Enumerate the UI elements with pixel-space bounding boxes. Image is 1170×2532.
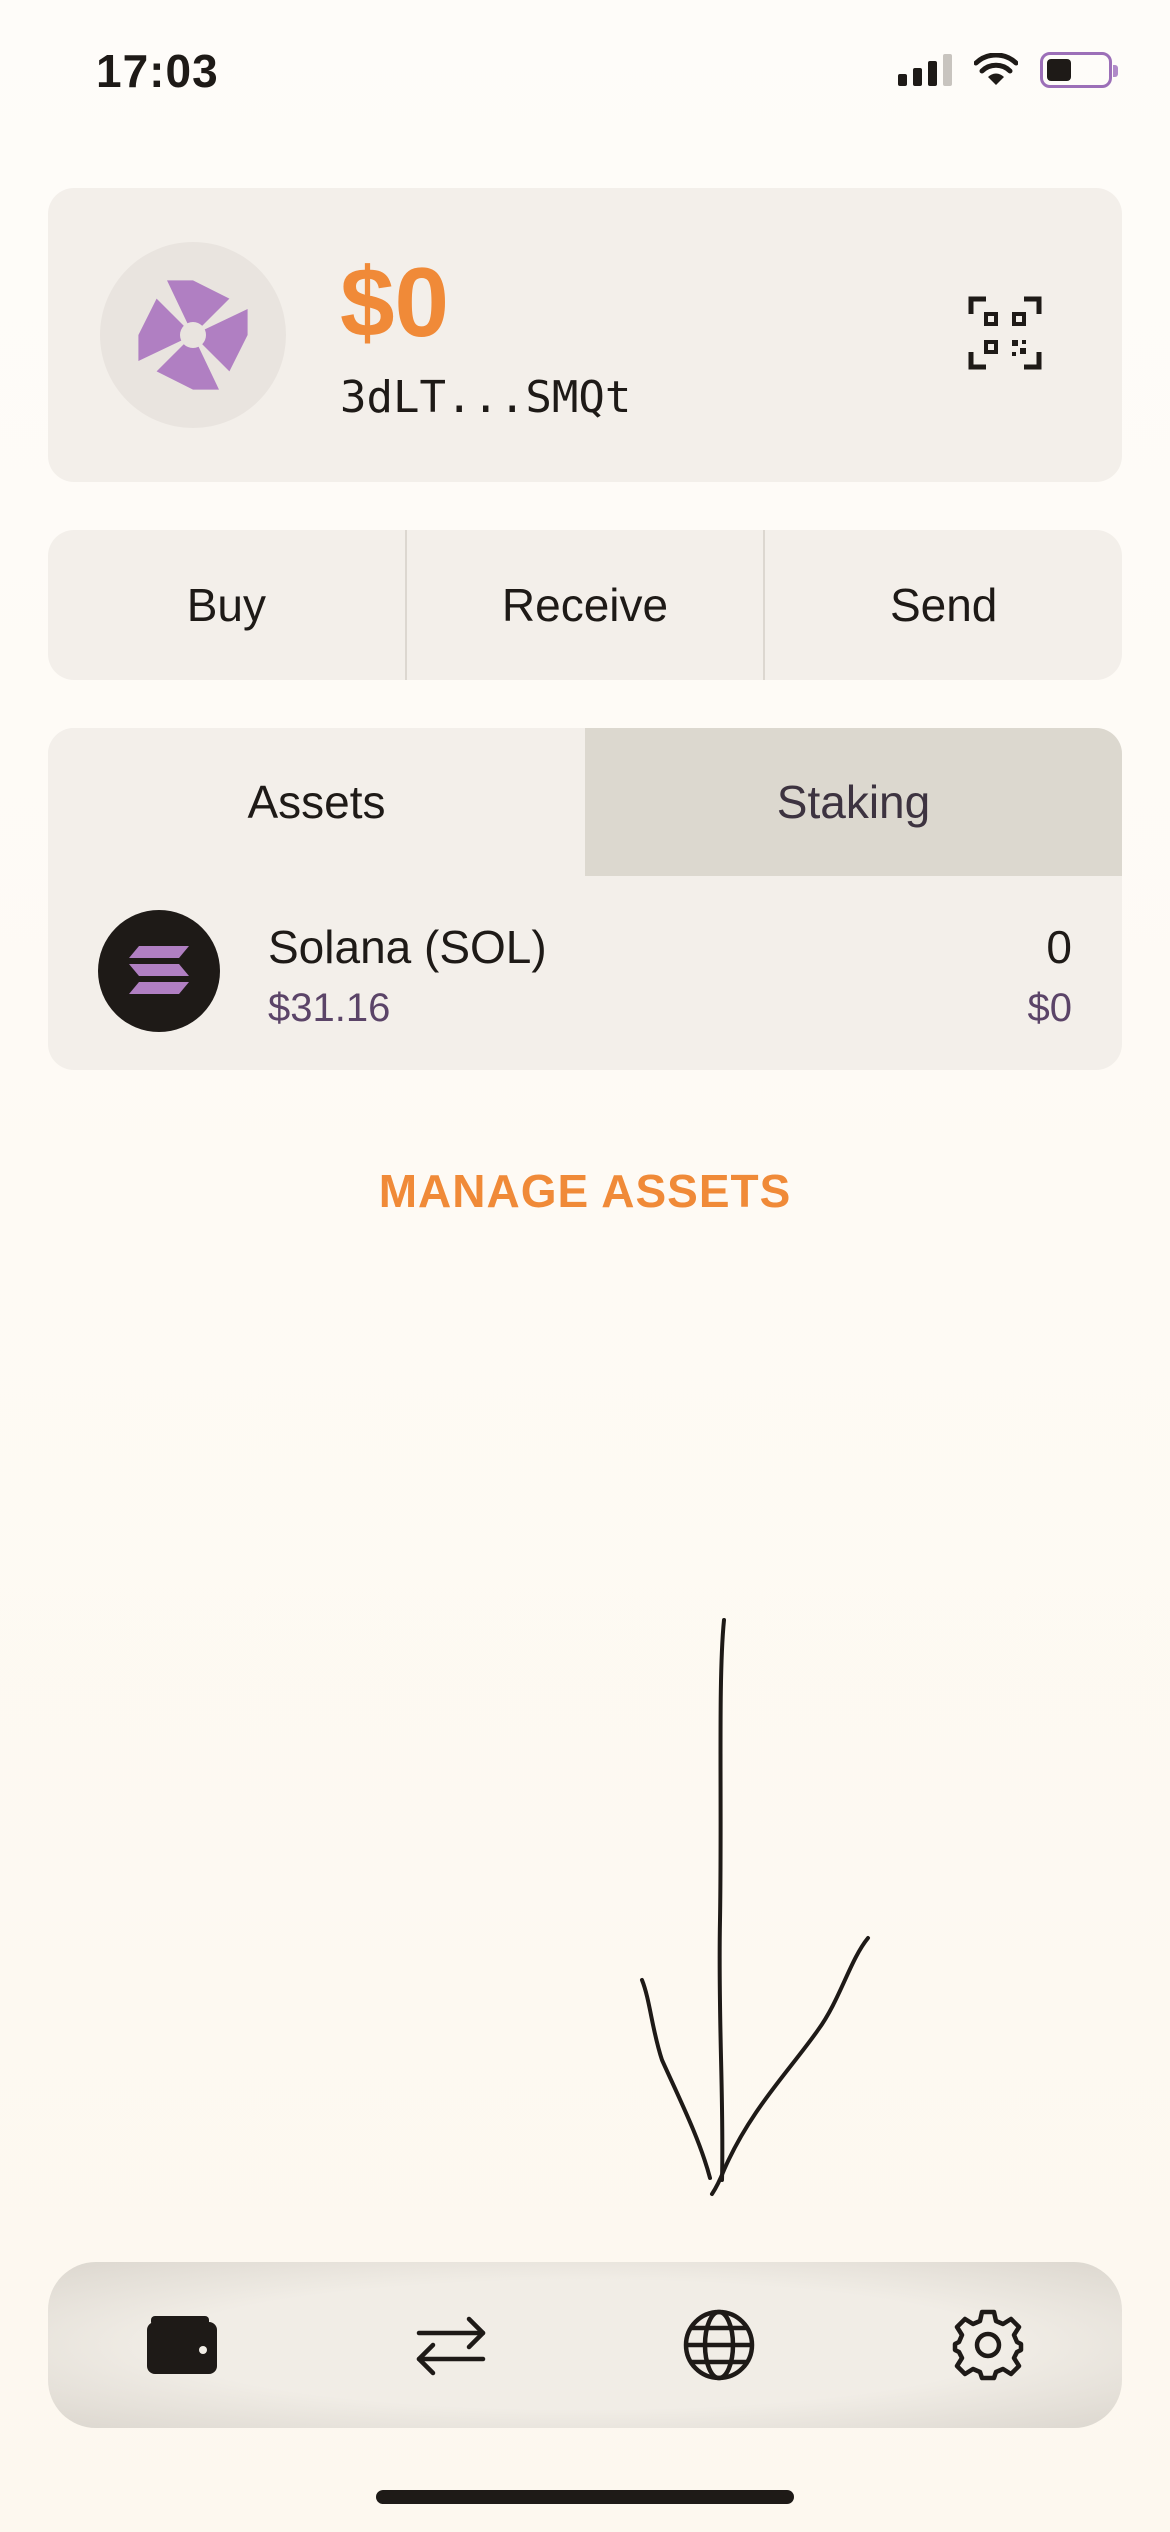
wifi-icon <box>974 53 1018 85</box>
swap-arrows-icon <box>416 2316 485 2376</box>
tab-staking[interactable]: Staking <box>585 728 1122 876</box>
bottom-tab-bar <box>48 2262 1122 2428</box>
qr-code-icon[interactable] <box>968 296 1042 370</box>
tab-browser[interactable] <box>669 2295 769 2395</box>
wallet-address[interactable]: 3dLT...SMQt <box>340 372 631 423</box>
status-time: 17:03 <box>96 45 219 97</box>
gear-icon <box>952 2309 1023 2381</box>
status-icons <box>898 52 1118 88</box>
manage-assets-link[interactable]: MANAGE ASSETS <box>0 1164 1170 1218</box>
receive-button[interactable]: Receive <box>407 530 766 680</box>
tab-wallet[interactable] <box>132 2295 232 2395</box>
tab-swap[interactable] <box>401 2295 501 2395</box>
battery-icon <box>1040 52 1118 88</box>
asset-tabs: Assets Staking <box>48 728 1122 876</box>
asset-price: $31.16 <box>268 986 391 1030</box>
assets-panel: Assets Staking Solana (SOL) $31.16 0 $0 <box>48 728 1122 1070</box>
asset-row-sol[interactable]: Solana (SOL) $31.16 0 $0 <box>48 876 1122 1070</box>
home-indicator <box>376 2490 794 2504</box>
signal-icon <box>898 54 952 86</box>
hand-drawn-arrow-annotation <box>640 1618 870 2196</box>
wallet-balance: $0 <box>340 247 450 357</box>
globe-icon <box>684 2309 755 2381</box>
wallet-icon <box>147 2316 218 2374</box>
buy-button[interactable]: Buy <box>48 530 407 680</box>
asset-name: Solana (SOL) <box>268 921 547 973</box>
send-button[interactable]: Send <box>765 530 1122 680</box>
pinwheel-avatar-icon[interactable] <box>100 242 286 428</box>
solana-icon <box>98 910 220 1032</box>
wallet-screen: 17:03 $0 3dLT...SMQt Buy Receive Send As… <box>0 0 1170 2532</box>
asset-amount: 0 <box>1046 921 1072 973</box>
wallet-card: $0 3dLT...SMQt <box>48 188 1122 482</box>
asset-value: $0 <box>1027 986 1073 1030</box>
action-bar: Buy Receive Send <box>48 530 1122 680</box>
tab-settings[interactable] <box>938 2295 1038 2395</box>
tab-assets[interactable]: Assets <box>48 728 585 876</box>
